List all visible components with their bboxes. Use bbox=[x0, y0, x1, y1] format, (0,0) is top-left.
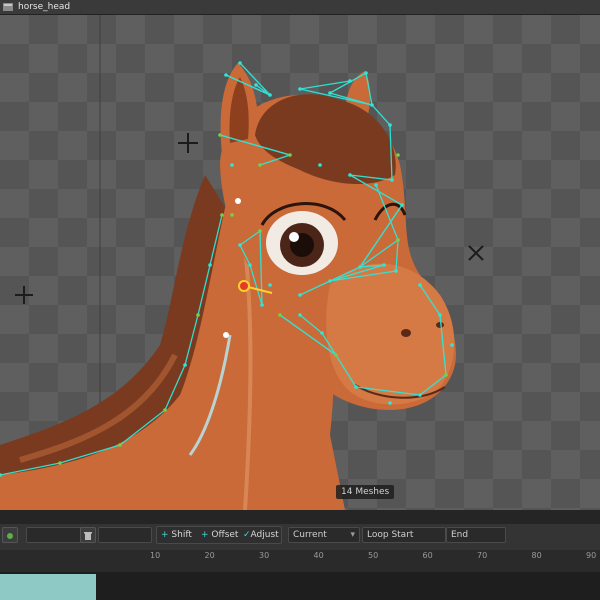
loop-start-label: Loop Start bbox=[367, 530, 414, 540]
ruler-label: 20 bbox=[204, 551, 215, 560]
mesh-vertex bbox=[268, 93, 272, 97]
mesh-vertex bbox=[118, 443, 122, 447]
end-field[interactable]: End bbox=[446, 527, 506, 543]
mesh-vertex bbox=[364, 71, 368, 75]
pivot-point[interactable] bbox=[235, 198, 241, 204]
shift-tool[interactable]: + Shift bbox=[161, 528, 192, 542]
chevron-down-icon: ▾ bbox=[350, 530, 355, 540]
record-icon bbox=[7, 533, 13, 539]
mesh-vertex bbox=[390, 178, 394, 182]
title-bar: horse_head bbox=[0, 0, 600, 15]
record-button[interactable] bbox=[2, 527, 18, 543]
mesh-vertex bbox=[328, 279, 332, 283]
mesh-vertex bbox=[418, 283, 422, 287]
mode-select-value: Current bbox=[293, 530, 327, 540]
mesh-vertex bbox=[230, 213, 234, 217]
scrub-bar[interactable] bbox=[0, 510, 600, 525]
timeline-ruler[interactable]: 102030405060708090100110 bbox=[0, 550, 600, 572]
mesh-vertex bbox=[374, 183, 378, 187]
mesh-vertex bbox=[388, 401, 392, 405]
ruler-label: 40 bbox=[313, 551, 324, 560]
mesh-vertex bbox=[318, 163, 322, 167]
animation-editor: horse_head 14 Meshes + Shift + Offset ✓A… bbox=[0, 0, 600, 600]
mesh-vertex bbox=[348, 173, 352, 177]
stage-svg bbox=[0, 15, 484, 510]
ruler-label: 10 bbox=[150, 551, 161, 560]
trash-icon bbox=[84, 532, 92, 540]
mesh-vertex bbox=[238, 243, 242, 247]
end-label: End bbox=[451, 530, 469, 540]
frame-field[interactable] bbox=[98, 527, 152, 543]
mesh-vertex bbox=[230, 163, 234, 167]
mesh-vertex bbox=[418, 393, 422, 397]
mesh-vertex bbox=[238, 61, 242, 65]
mesh-vertex bbox=[183, 363, 187, 367]
bone-marker[interactable] bbox=[178, 133, 198, 153]
ruler-label: 50 bbox=[368, 551, 379, 560]
mesh-vertex bbox=[328, 91, 332, 95]
mesh-vertex bbox=[394, 269, 398, 273]
canvas-viewport[interactable]: 14 Meshes bbox=[0, 15, 600, 510]
mesh-vertex bbox=[163, 408, 167, 412]
document-title: horse_head bbox=[18, 2, 71, 12]
bottom-panel: + Shift + Offset ✓Adjust Current ▾ Loop … bbox=[0, 510, 600, 600]
mesh-vertex bbox=[450, 343, 454, 347]
bone-marker[interactable] bbox=[15, 286, 33, 304]
ruler-label: 60 bbox=[422, 551, 433, 560]
ruler-label: 30 bbox=[259, 551, 270, 560]
nostril bbox=[401, 329, 411, 337]
ruler-label: 80 bbox=[531, 551, 542, 560]
track-clip[interactable] bbox=[0, 574, 96, 600]
adjust-tool[interactable]: ✓Adjust bbox=[243, 528, 279, 542]
mesh-vertex bbox=[254, 83, 258, 87]
mesh-vertex bbox=[354, 385, 358, 389]
offset-tool[interactable]: + Offset bbox=[201, 528, 238, 542]
delete-button[interactable] bbox=[80, 527, 96, 543]
mesh-vertex bbox=[396, 153, 400, 157]
mesh-vertex bbox=[444, 373, 448, 377]
mesh-vertex bbox=[358, 265, 362, 269]
mesh-vertex bbox=[348, 79, 352, 83]
bone-handle[interactable] bbox=[238, 280, 250, 292]
mesh-vertex bbox=[298, 313, 302, 317]
timeline-tracks[interactable] bbox=[0, 572, 600, 600]
mesh-edge bbox=[299, 80, 351, 90]
mesh-vertex bbox=[288, 153, 292, 157]
mesh-vertex bbox=[278, 313, 282, 317]
mesh-vertex bbox=[258, 163, 262, 167]
mesh-vertex bbox=[218, 133, 222, 137]
mesh-vertex bbox=[438, 313, 442, 317]
mesh-vertex bbox=[208, 263, 212, 267]
mesh-vertex bbox=[320, 331, 324, 335]
mode-select[interactable]: Current ▾ bbox=[288, 527, 360, 543]
mesh-vertex bbox=[298, 293, 302, 297]
nostril bbox=[436, 322, 444, 328]
mesh-vertex bbox=[268, 283, 272, 287]
keyframe-field[interactable] bbox=[26, 527, 82, 543]
ruler-label: 70 bbox=[477, 551, 488, 560]
mesh-vertex bbox=[224, 73, 228, 77]
mesh-vertex bbox=[196, 313, 200, 317]
mesh-vertex bbox=[400, 203, 404, 207]
mesh-vertex bbox=[248, 263, 252, 267]
bone-marker[interactable] bbox=[468, 245, 484, 261]
mesh-vertex bbox=[396, 238, 400, 242]
mesh-vertex bbox=[382, 263, 386, 267]
loop-start-field[interactable]: Loop Start bbox=[362, 527, 446, 543]
mesh-vertex bbox=[220, 213, 224, 217]
mesh-vertex bbox=[388, 123, 392, 127]
mesh-count-badge: 14 Meshes bbox=[336, 485, 395, 499]
mesh-vertex bbox=[58, 461, 62, 465]
transform-tools: + Shift + Offset ✓Adjust bbox=[156, 526, 282, 544]
mesh-vertex bbox=[260, 303, 264, 307]
mesh-vertex bbox=[334, 353, 338, 357]
mesh-vertex bbox=[298, 87, 302, 91]
mesh-vertex bbox=[258, 229, 262, 233]
mesh-vertex bbox=[370, 103, 374, 107]
pivot-point[interactable] bbox=[223, 332, 229, 338]
file-icon bbox=[3, 3, 13, 11]
ruler-label: 90 bbox=[586, 551, 597, 560]
